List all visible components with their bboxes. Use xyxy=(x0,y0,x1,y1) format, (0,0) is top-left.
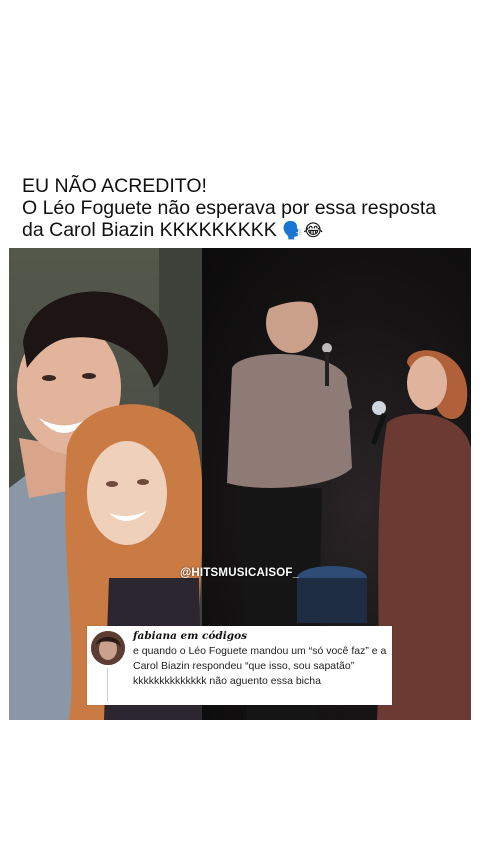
caption-emojis: 🗣️😂 xyxy=(282,221,324,241)
tweet-author: fabiana em códigos xyxy=(133,630,247,642)
thread-line xyxy=(107,668,108,702)
tweet-text: e quando o Léo Foguete mandou um “só voc… xyxy=(133,645,387,687)
avatar xyxy=(91,631,125,665)
caption-line-1: EU NÃO ACREDITO! xyxy=(22,175,207,197)
embedded-tweet[interactable]: fabiana em códigos e quando o Léo Foguet… xyxy=(87,626,392,705)
caption-line-3: da Carol Biazin KKKKKKKKK 🗣️😂 xyxy=(22,219,462,242)
watermark-handle: @HITSMUSICAISOF_ xyxy=(180,567,300,579)
avatar-photo-icon xyxy=(91,631,125,665)
caption-line-3-text: da Carol Biazin KKKKKKKKK xyxy=(22,219,277,241)
post-caption: EU NÃO ACREDITO! O Léo Foguete não esper… xyxy=(22,175,462,242)
caption-line-2: O Léo Foguete não esperava por essa resp… xyxy=(22,197,437,219)
